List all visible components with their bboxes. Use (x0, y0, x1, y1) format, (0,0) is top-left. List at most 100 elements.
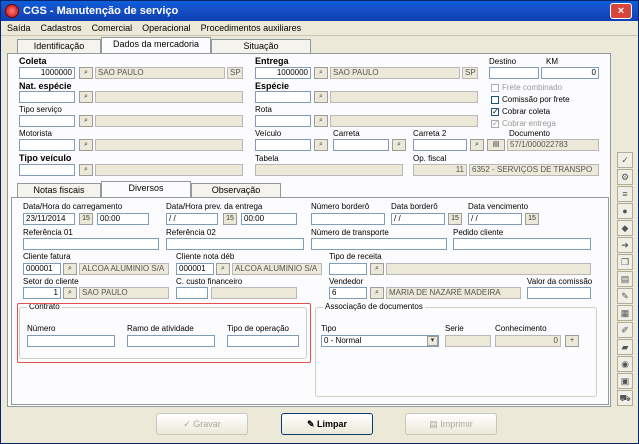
calendar-icon[interactable]: 15 (223, 213, 237, 225)
cobrar-entrega-checkbox[interactable]: ✓ (491, 120, 499, 128)
folder-icon[interactable]: ▰ (617, 339, 633, 355)
calendar-icon[interactable]: 15 (79, 213, 93, 225)
veiculo-input[interactable] (255, 139, 311, 151)
chevron-down-icon[interactable]: ▾ (427, 336, 438, 346)
cobrar-coleta-checkbox[interactable]: ✓ (491, 108, 499, 116)
carreta-input[interactable] (333, 139, 389, 151)
serie-input[interactable] (445, 335, 491, 347)
pedido-cliente-input[interactable] (453, 238, 591, 250)
ref1-input[interactable] (23, 238, 159, 250)
carreta-label: Carreta (333, 129, 360, 138)
c-custo-input[interactable] (176, 287, 208, 299)
gravar-button[interactable]: ✓ Gravar (156, 413, 248, 435)
comissao-frete-checkbox[interactable] (491, 96, 499, 104)
circle-icon[interactable]: ● (617, 203, 633, 219)
menu-cadastros[interactable]: Cadastros (41, 23, 82, 33)
tag-icon[interactable]: ◆ (617, 220, 633, 236)
menu-procedimentos[interactable]: Procedimentos auxiliares (201, 23, 302, 33)
binoculars-icon[interactable]: ⌕ (79, 91, 93, 103)
printer-icon[interactable]: ▤ (487, 139, 505, 151)
num-transporte-input[interactable] (311, 238, 447, 250)
tipo-servico-input[interactable] (19, 115, 75, 127)
data-vencimento-date[interactable]: / / (468, 213, 522, 225)
serie-label: Serie (445, 324, 464, 333)
documento-value: 57/1/000022783 (507, 139, 599, 151)
vendedor-code[interactable]: 6 (329, 287, 367, 299)
tab-identificacao[interactable]: Identificação (17, 39, 101, 53)
tools-icon[interactable]: ⚙ (617, 169, 633, 185)
dh-carregamento-date[interactable]: 23/11/2014 (23, 213, 75, 225)
tab-dados-mercadoria[interactable]: Dados da mercadoria (101, 37, 211, 53)
binoculars-icon[interactable]: ⌕ (392, 139, 406, 151)
ref2-input[interactable] (166, 238, 304, 250)
data-bordero-date[interactable]: / / (391, 213, 445, 225)
globe-icon[interactable]: ◉ (617, 356, 633, 372)
tab-observacao[interactable]: Observação (191, 183, 281, 197)
destino-input[interactable] (489, 67, 539, 79)
setor-cliente-code[interactable]: 1 (23, 287, 61, 299)
edit-icon[interactable]: ✎ (617, 288, 633, 304)
dh-entrega-time[interactable]: 00:00 (241, 213, 297, 225)
nat-especie-input[interactable] (19, 91, 75, 103)
entrega-label: Entrega (255, 56, 289, 66)
tab-situacao[interactable]: Situação (211, 39, 311, 53)
dh-carregamento-time[interactable]: 00:00 (97, 213, 149, 225)
cliente-nota-code[interactable]: 000001 (176, 263, 214, 275)
binoculars-icon[interactable]: ⌕ (314, 91, 328, 103)
binoculars-icon[interactable]: ⌕ (79, 67, 93, 79)
binoculars-icon[interactable]: ⌕ (216, 263, 230, 275)
menu-comercial[interactable]: Comercial (92, 23, 133, 33)
especie-input[interactable] (255, 91, 311, 103)
box-icon[interactable]: ▣ (617, 373, 633, 389)
binoculars-icon[interactable]: ⌕ (470, 139, 484, 151)
list-icon[interactable]: ≡ (617, 186, 633, 202)
binoculars-icon[interactable]: ⌕ (314, 67, 328, 79)
carreta2-input[interactable] (413, 139, 467, 151)
conhecimento-input[interactable]: 0 (495, 335, 561, 347)
plus-icon[interactable]: + (565, 335, 579, 347)
close-button[interactable]: × (610, 3, 632, 19)
truck-icon[interactable]: ⛟ (617, 390, 633, 406)
calendar-icon[interactable]: 15 (525, 213, 539, 225)
document-icon[interactable]: ▤ (617, 271, 633, 287)
coleta-code-input[interactable]: 1000000 (19, 67, 75, 79)
km-input[interactable]: 0 (541, 67, 599, 79)
binoculars-icon[interactable]: ⌕ (370, 263, 384, 275)
binoculars-icon[interactable]: ⌕ (79, 164, 93, 176)
check-icon[interactable]: ✓ (617, 152, 633, 168)
frete-combinado-checkbox[interactable] (491, 84, 499, 92)
entrega-code-input[interactable]: 1000000 (255, 67, 311, 79)
cliente-fatura-code[interactable]: 000001 (23, 263, 61, 275)
rota-input[interactable] (255, 115, 311, 127)
binoculars-icon[interactable]: ⌕ (63, 287, 77, 299)
imprimir-button[interactable]: ▤ Imprimir (405, 413, 497, 435)
entrega-city: SAO PAULO (330, 67, 460, 79)
motorista-input[interactable] (19, 139, 75, 151)
binoculars-icon[interactable]: ⌕ (314, 115, 328, 127)
tipo-veiculo-input[interactable] (19, 164, 75, 176)
cliente-fatura-name: ALCOA ALUMINIO S/A (79, 263, 169, 275)
binoculars-icon[interactable]: ⌕ (314, 139, 328, 151)
assoc-tipo-select[interactable]: 0 - Normal (321, 335, 439, 347)
copy-icon[interactable]: ❐ (617, 254, 633, 270)
limpar-button[interactable]: ✎ Limpar (281, 413, 373, 435)
report-icon[interactable]: ▦ (617, 305, 633, 321)
tab-notas-fiscais[interactable]: Notas fiscais (17, 183, 101, 197)
numero-bordero-input[interactable] (311, 213, 385, 225)
tipo-receita-input[interactable] (329, 263, 367, 275)
valor-comissao-input[interactable] (527, 287, 591, 299)
menu-saida[interactable]: Saída (7, 23, 31, 33)
binoculars-icon[interactable]: ⌕ (63, 263, 77, 275)
arrow-right-icon[interactable]: ➜ (617, 237, 633, 253)
tabela-input[interactable] (255, 164, 403, 176)
pencil-icon[interactable]: ✐ (617, 322, 633, 338)
menu-operacional[interactable]: Operacional (142, 23, 191, 33)
dh-entrega-date[interactable]: / / (166, 213, 218, 225)
binoculars-icon[interactable]: ⌕ (370, 287, 384, 299)
binoculars-icon[interactable]: ⌕ (79, 139, 93, 151)
destino-label: Destino (489, 57, 517, 66)
binoculars-icon[interactable]: ⌕ (79, 115, 93, 127)
tab-diversos[interactable]: Diversos (101, 181, 191, 197)
tipo-receita-desc (386, 263, 591, 275)
calendar-icon[interactable]: 15 (448, 213, 462, 225)
